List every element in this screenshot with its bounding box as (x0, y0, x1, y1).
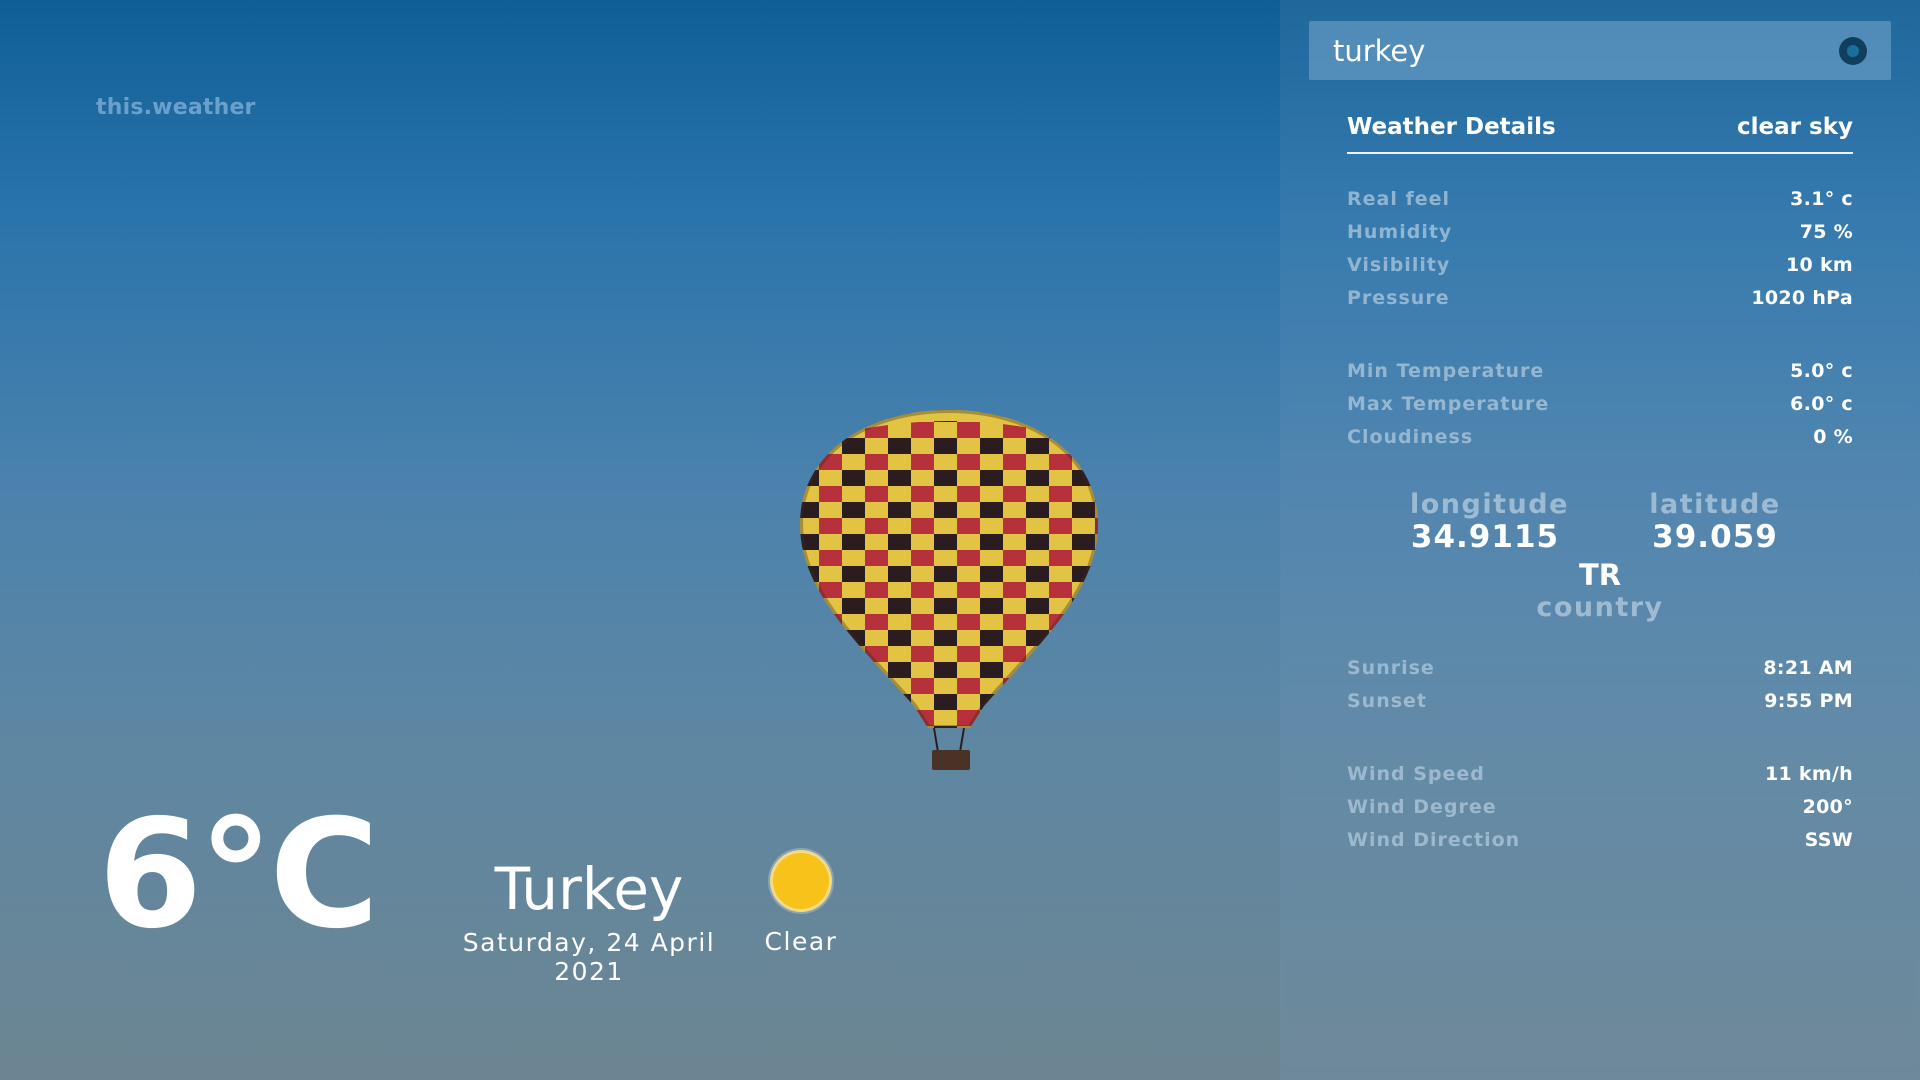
longitude-value: 34.9115 (1410, 519, 1560, 555)
detail-label: Visibility (1347, 253, 1451, 276)
detail-label: Wind Speed (1347, 762, 1485, 785)
search-bar (1309, 21, 1891, 80)
detail-value: 1020 hPa (1751, 286, 1853, 309)
detail-label: Cloudiness (1347, 425, 1474, 448)
current-temperature: 6°C (98, 788, 379, 962)
coordinates: longitude 34.9115 latitude 39.059 (1347, 491, 1853, 553)
detail-label: Wind Degree (1347, 795, 1497, 818)
detail-value: 3.1° c (1790, 187, 1853, 210)
country-block: TR country (1347, 558, 1853, 623)
details-group-sun: Sunrise 8:21 AM Sunset 9:55 PM (1347, 651, 1853, 717)
city-name: Turkey (494, 855, 684, 923)
sky-description: clear sky (1737, 114, 1853, 140)
detail-value: 0 % (1813, 425, 1853, 448)
detail-row-real-feel: Real feel 3.1° c (1347, 182, 1853, 215)
detail-row-pressure: Pressure 1020 hPa (1347, 281, 1853, 314)
details-group-temperature: Min Temperature 5.0° c Max Temperature 6… (1347, 354, 1853, 453)
detail-value: 10 km (1786, 253, 1853, 276)
sun-icon (773, 853, 829, 909)
detail-row-wind-degree: Wind Degree 200° (1347, 790, 1853, 823)
detail-value: 5.0° c (1790, 359, 1853, 382)
longitude-label: longitude (1410, 489, 1569, 520)
detail-value: 6.0° c (1790, 392, 1853, 415)
longitude-block: longitude 34.9115 (1410, 489, 1569, 555)
details-group-wind: Wind Speed 11 km/h Wind Degree 200° Wind… (1347, 757, 1853, 856)
detail-row-max-temperature: Max Temperature 6.0° c (1347, 387, 1853, 420)
detail-row-humidity: Humidity 75 % (1347, 215, 1853, 248)
search-circle-icon[interactable] (1839, 36, 1867, 65)
condition-block: Clear (756, 853, 846, 956)
detail-label: Wind Direction (1347, 828, 1521, 851)
detail-row-visibility: Visibility 10 km (1347, 248, 1853, 281)
details-header: Weather Details clear sky (1347, 114, 1853, 154)
detail-label: Pressure (1347, 286, 1450, 309)
detail-value: 8:21 AM (1763, 656, 1853, 679)
detail-label: Min Temperature (1347, 359, 1545, 382)
latitude-label: latitude (1649, 489, 1781, 520)
detail-label: Sunrise (1347, 656, 1435, 679)
detail-row-wind-speed: Wind Speed 11 km/h (1347, 757, 1853, 790)
detail-label: Max Temperature (1347, 392, 1550, 415)
detail-value: SSW (1804, 828, 1853, 851)
search-button-dot (1847, 44, 1859, 57)
detail-value: 200° (1802, 795, 1853, 818)
detail-value: 9:55 PM (1764, 689, 1853, 712)
brand-logo[interactable]: this.weather (96, 95, 256, 120)
country-code: TR (1578, 558, 1622, 592)
detail-label: Real feel (1347, 187, 1451, 210)
detail-label: Sunset (1347, 689, 1428, 712)
country-label: country (1536, 592, 1664, 623)
condition-label: Clear (764, 927, 838, 956)
location-block: Turkey Saturday, 24 April 2021 (436, 860, 742, 986)
latitude-block: latitude 39.059 (1640, 491, 1790, 553)
detail-row-sunrise: Sunrise 8:21 AM (1347, 651, 1853, 684)
latitude-value: 39.059 (1652, 519, 1778, 555)
detail-row-min-temperature: Min Temperature 5.0° c (1347, 354, 1853, 387)
detail-row-cloudiness: Cloudiness 0 % (1347, 420, 1853, 453)
detail-label: Humidity (1347, 220, 1453, 243)
details-title: Weather Details (1347, 114, 1556, 140)
search-input[interactable] (1333, 33, 1839, 68)
detail-row-wind-direction: Wind Direction SSW (1347, 823, 1853, 856)
detail-row-sunset: Sunset 9:55 PM (1347, 684, 1853, 717)
detail-value: 75 % (1799, 220, 1853, 243)
details-group-general: Real feel 3.1° c Humidity 75 % Visibilit… (1347, 182, 1853, 314)
detail-value: 11 km/h (1764, 762, 1853, 785)
weather-details: Weather Details clear sky Real feel 3.1°… (1347, 114, 1853, 856)
hot-air-balloon-image (800, 410, 1098, 770)
current-date: Saturday, 24 April 2021 (462, 928, 716, 986)
